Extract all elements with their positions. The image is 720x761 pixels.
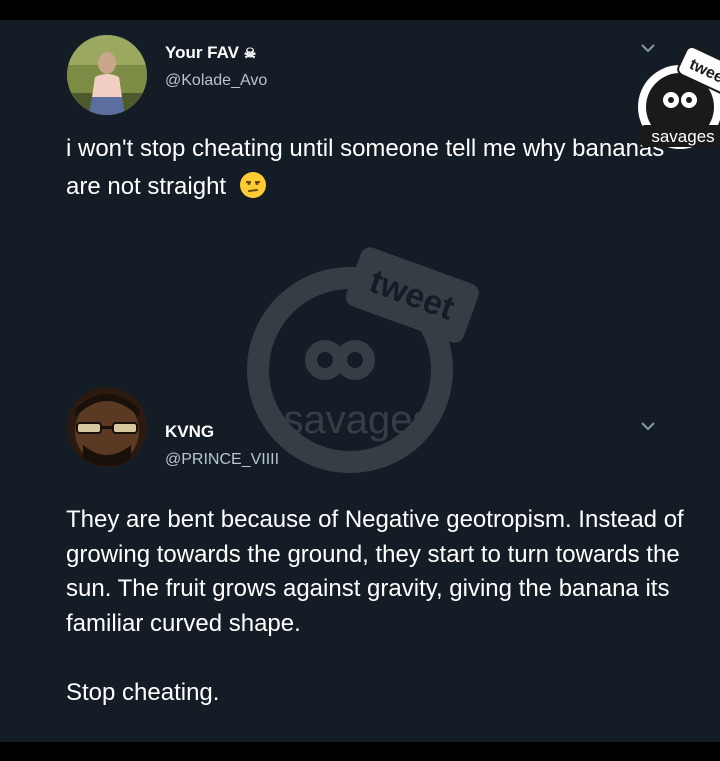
watermark-logo: tweet savages [247, 247, 479, 473]
avatar-image [67, 35, 147, 115]
user-handle[interactable]: @PRINCE_VIIII [165, 451, 279, 469]
screenshot-frame: tweet savages Your FAV ☠ @Kolade_Avo i w… [0, 20, 720, 742]
chevron-down-icon[interactable] [640, 420, 656, 432]
unamused-face-icon [239, 172, 266, 198]
display-name[interactable]: KVNG [165, 422, 214, 442]
avatar-your-fav[interactable] [67, 35, 147, 115]
watermark-savages-word: savages [284, 398, 433, 442]
avatar-image [67, 387, 147, 467]
tweet-text: They are bent because of Negative geotro… [66, 506, 684, 706]
avatar-kvng[interactable] [67, 387, 147, 467]
badge-savages-word: savages [651, 127, 714, 146]
tweet-text: i won't stop cheating until someone tell… [66, 130, 686, 206]
savages-badge-logo: twee savages [638, 45, 720, 149]
user-handle[interactable]: @Kolade_Avo [165, 72, 267, 90]
display-name-text: Your FAV [165, 43, 239, 62]
tweet-text-content: i won't stop cheating until someone tell… [66, 135, 665, 200]
skull-icon: ☠ [243, 45, 257, 61]
display-name[interactable]: Your FAV ☠ [165, 43, 256, 63]
